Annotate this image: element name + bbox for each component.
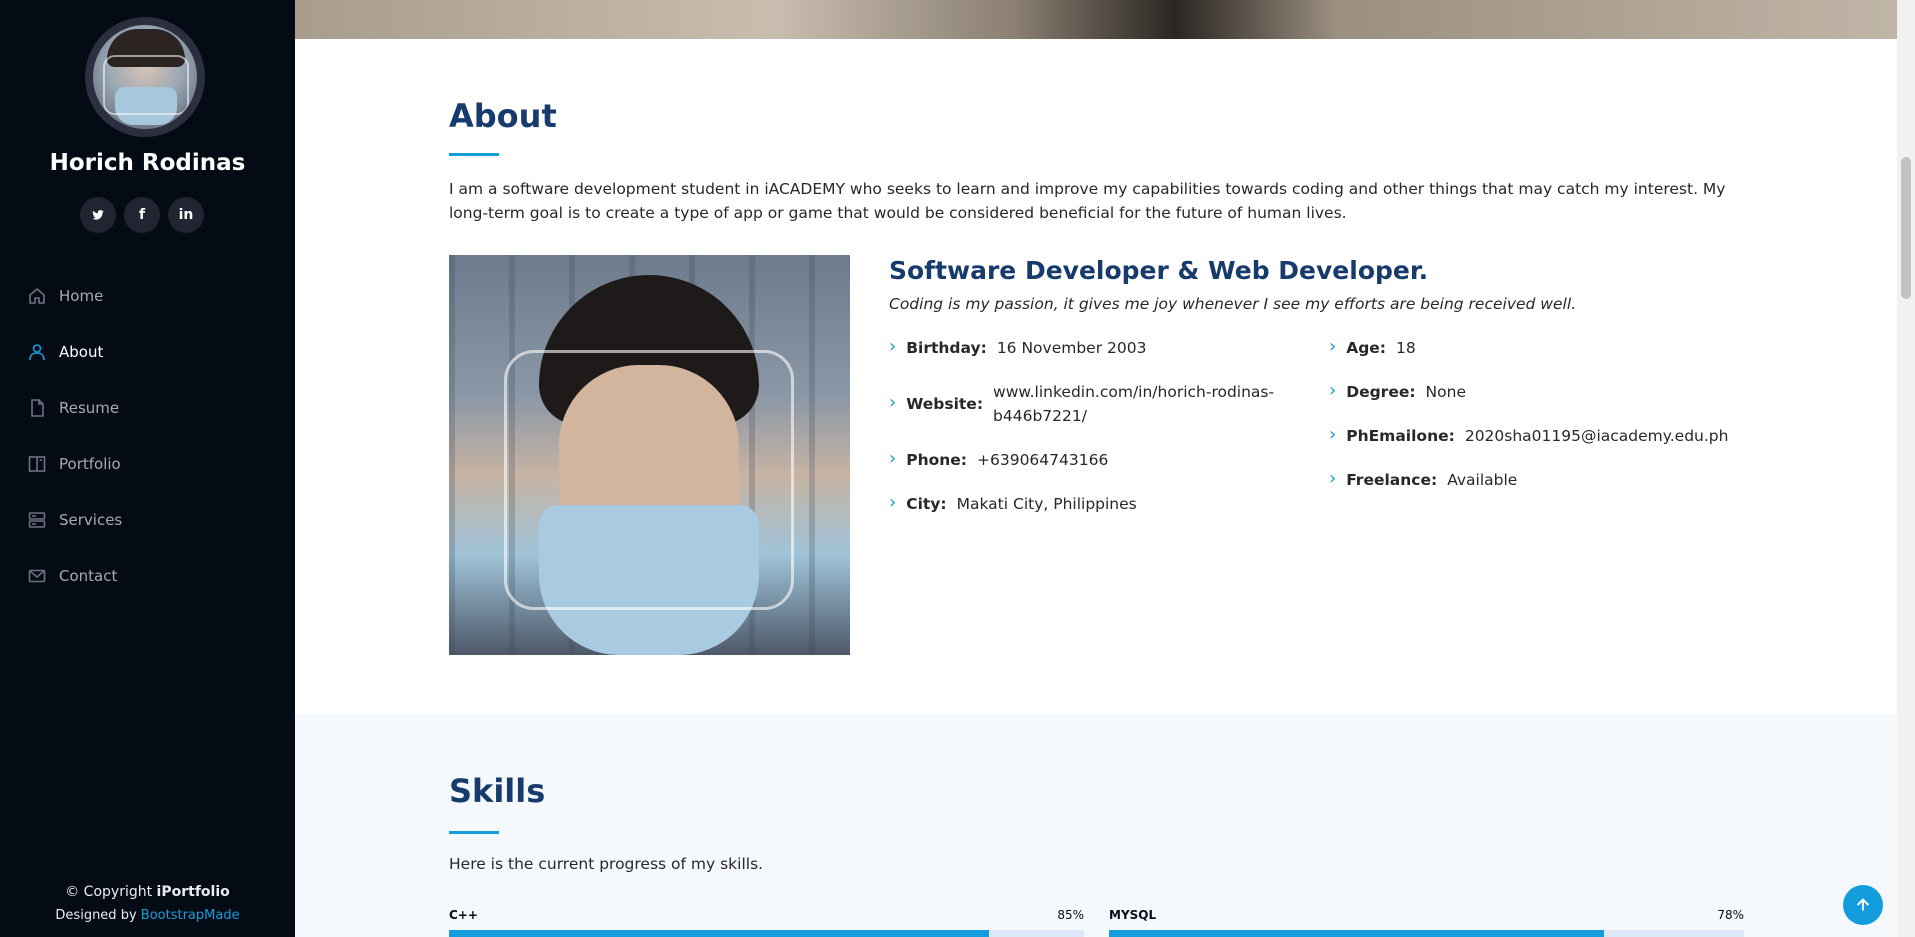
info-website: › Website: www.linkedin.com/in/horich-ro… [889, 380, 1283, 428]
info-label: Age: [1346, 339, 1387, 357]
linkedin-icon[interactable]: in [168, 197, 204, 233]
skill-mysql: MYSQL 78% [1109, 908, 1744, 937]
info-value: +639064743166 [977, 451, 1109, 469]
about-title: About [449, 97, 557, 135]
arrow-up-icon [1856, 898, 1870, 911]
info-value: Makati City, Philippines [956, 495, 1137, 513]
title-underline [449, 831, 499, 834]
home-icon [27, 286, 47, 306]
nav-label: Portfolio [59, 455, 121, 473]
nav-item-contact[interactable]: Contact [0, 548, 295, 604]
sidebar-footer: © Copyright iPortfolio Designed by Boots… [0, 880, 295, 928]
skills-section: Skills Here is the current progress of m… [295, 714, 1897, 937]
facebook-icon[interactable]: f [124, 197, 160, 233]
person-icon [27, 342, 47, 362]
about-section: About I am a software development studen… [295, 39, 1897, 714]
info-label: Phone: [906, 451, 967, 469]
skills-intro: Here is the current progress of my skill… [449, 855, 764, 873]
info-label: Website: [906, 395, 984, 413]
back-to-top-button[interactable] [1843, 885, 1883, 925]
envelope-icon [27, 566, 47, 586]
book-icon [27, 454, 47, 474]
info-label: City: [906, 495, 947, 513]
skill-progress-fill [1109, 930, 1605, 937]
tagline: Coding is my passion, it gives me joy wh… [889, 295, 1577, 313]
social-links: f in [80, 197, 204, 233]
info-label: Degree: [1346, 383, 1416, 401]
brand-name: iPortfolio [156, 884, 230, 900]
skill-percent: 78% [1717, 908, 1744, 922]
copyright-prefix: © Copyright [65, 884, 157, 900]
nav-item-resume[interactable]: Resume [0, 380, 295, 436]
main-content: About I am a software development studen… [295, 0, 1897, 937]
nav-item-services[interactable]: Services [0, 492, 295, 548]
nav-item-about[interactable]: About [0, 324, 295, 380]
skill-progress-fill [449, 930, 989, 937]
info-label: Birthday: [906, 339, 987, 357]
about-photo [449, 255, 850, 655]
nav-label: Contact [59, 567, 118, 585]
info-city: › City: Makati City, Philippines [889, 492, 1137, 516]
designed-by-text: Designed by [55, 908, 141, 923]
info-value: 16 November 2003 [996, 339, 1147, 357]
skill-progress-bar [449, 930, 1084, 937]
profile-name: Horich Rodinas [49, 150, 246, 176]
nav-label: Home [59, 287, 104, 305]
info-phone: › Phone: +639064743166 [889, 448, 1108, 472]
chevron-right-icon: › [889, 448, 897, 469]
nav-label: Services [59, 511, 123, 529]
title-underline [449, 153, 499, 156]
skill-name: C++ [449, 908, 478, 922]
skill-percent: 85% [1057, 908, 1084, 922]
profile-avatar [85, 17, 205, 137]
info-value: 2020sha01195@iacademy.edu.ph [1464, 427, 1729, 445]
skill-cpp: C++ 85% [449, 908, 1084, 937]
nav-item-portfolio[interactable]: Portfolio [0, 436, 295, 492]
info-label: PhEmailone: [1346, 427, 1455, 445]
scrollbar-thumb[interactable] [1901, 157, 1911, 299]
skills-title: Skills [449, 772, 546, 810]
chevron-right-icon: › [889, 336, 897, 357]
chevron-right-icon: › [1329, 336, 1337, 357]
chevron-right-icon: › [889, 492, 897, 513]
info-degree: › Degree: None [1329, 380, 1466, 404]
chevron-right-icon: › [1329, 424, 1337, 445]
info-email: › PhEmailone: 2020sha01195@iacademy.edu.… [1329, 424, 1728, 448]
twitter-icon[interactable] [80, 197, 116, 233]
nav-menu: Home About Resume Portfolio Services Con… [0, 268, 295, 604]
nav-label: About [59, 343, 104, 361]
info-value: None [1425, 383, 1466, 401]
info-age: › Age: 18 [1329, 336, 1416, 360]
info-value: www.linkedin.com/in/horich-rodinas-b446b… [993, 383, 1275, 425]
skill-name: MYSQL [1109, 908, 1157, 922]
designer-link[interactable]: BootstrapMade [141, 908, 240, 923]
nav-item-home[interactable]: Home [0, 268, 295, 324]
file-icon [27, 398, 47, 418]
skill-progress-bar [1109, 930, 1744, 937]
hero-image-strip [295, 0, 1897, 39]
chevron-right-icon: › [1329, 468, 1337, 489]
chevron-right-icon: › [1329, 380, 1337, 401]
nav-label: Resume [59, 399, 120, 417]
chevron-right-icon: › [889, 392, 897, 413]
page-scrollbar[interactable] [1897, 0, 1915, 937]
info-value: Available [1447, 471, 1518, 489]
server-icon [27, 510, 47, 530]
sidebar: Horich Rodinas f in Home About Resume Po… [0, 0, 295, 937]
role-title: Software Developer & Web Developer. [889, 256, 1429, 285]
info-birthday: › Birthday: 16 November 2003 [889, 336, 1146, 360]
info-freelance: › Freelance: Available [1329, 468, 1517, 492]
about-intro: I am a software development student in i… [449, 180, 1726, 222]
info-label: Freelance: [1346, 471, 1438, 489]
info-value: 18 [1396, 339, 1416, 357]
